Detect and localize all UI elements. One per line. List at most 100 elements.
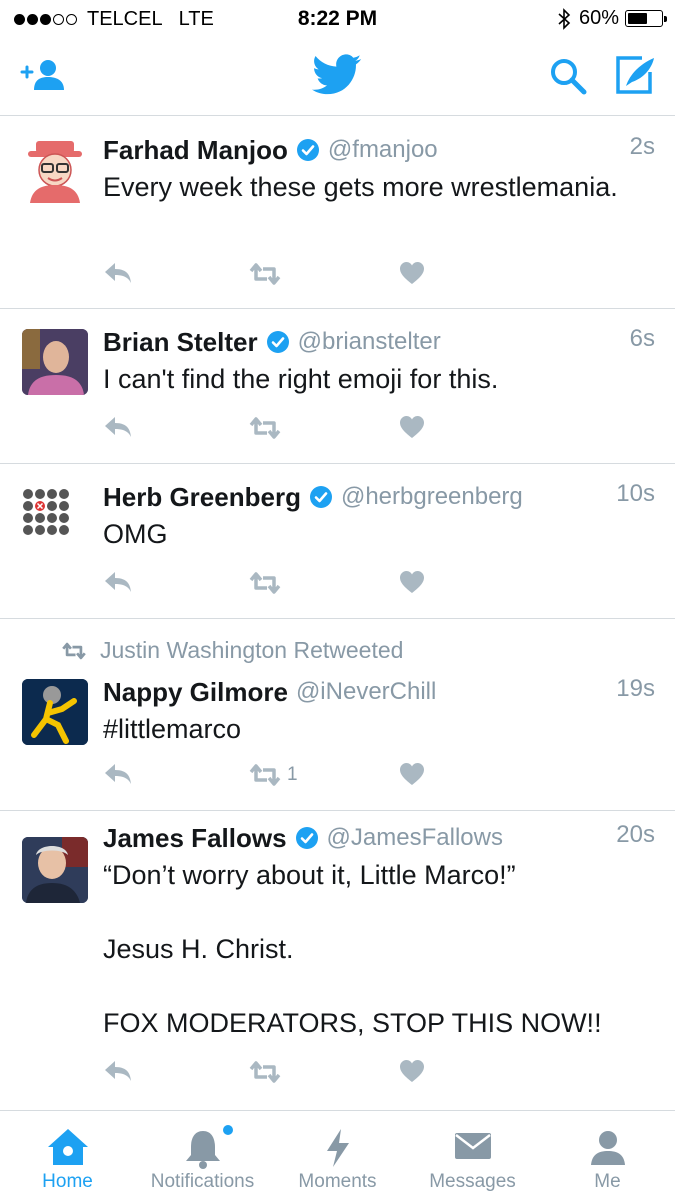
- battery-icon: [625, 10, 667, 27]
- reply-button[interactable]: [103, 762, 133, 786]
- verified-badge-icon: [295, 827, 318, 849]
- heart-icon: [400, 416, 424, 438]
- avatar-dots-icon: [23, 489, 69, 535]
- retweet-button[interactable]: [247, 570, 287, 596]
- heart-icon: [400, 763, 424, 785]
- heart-icon: [400, 1060, 424, 1082]
- top-nav-bar: [0, 38, 675, 116]
- like-button[interactable]: [399, 570, 425, 594]
- like-button[interactable]: [399, 415, 425, 439]
- reply-icon: [105, 764, 131, 784]
- tweet-text: Every week these gets more wrestlemania.: [103, 172, 618, 202]
- author-handle[interactable]: @fmanjoo: [328, 136, 438, 164]
- tweet-text: OMG: [103, 519, 168, 549]
- lightning-icon: [326, 1129, 349, 1167]
- author-name[interactable]: Farhad Manjoo: [103, 135, 288, 166]
- verified-badge-icon: [266, 331, 289, 353]
- retweet-button[interactable]: [247, 261, 287, 287]
- tweet-text: “Don’t worry about it, Little Marco!” Je…: [103, 860, 602, 1038]
- search-icon[interactable]: [548, 56, 588, 96]
- twitter-bird-icon[interactable]: [312, 54, 362, 96]
- retweet-count: 1: [287, 764, 298, 785]
- tweet-item[interactable]: Brian Stelter @brianstelter 6s I can't f…: [0, 309, 675, 464]
- bluetooth-icon: [558, 7, 571, 30]
- battery-area: 60%: [557, 7, 667, 30]
- status-bar: TELCEL LTE 8:22 PM 60%: [0, 0, 675, 38]
- author-handle[interactable]: @iNeverChill: [296, 678, 436, 706]
- tab-moments[interactable]: Moments: [270, 1111, 405, 1200]
- timeline-feed[interactable]: Farhad Manjoo @fmanjoo 2s Every week the…: [0, 117, 675, 1111]
- tweet-text: #littlemarco: [103, 714, 242, 744]
- tab-home-label: Home: [42, 1171, 93, 1192]
- reply-icon: [105, 572, 131, 592]
- avatar-photo-icon: [22, 837, 88, 903]
- reply-button[interactable]: [103, 1059, 133, 1083]
- verified-badge-icon: [309, 486, 332, 508]
- avatar[interactable]: [22, 679, 88, 745]
- avatar[interactable]: [22, 137, 88, 203]
- like-button[interactable]: [399, 261, 425, 285]
- tweet-item[interactable]: Farhad Manjoo @fmanjoo 2s Every week the…: [0, 117, 675, 309]
- retweet-icon: [249, 572, 281, 594]
- tab-moments-label: Moments: [298, 1171, 377, 1192]
- tweet-item[interactable]: Justin Washington Retweeted Nappy Gilmor…: [0, 619, 675, 811]
- reply-button[interactable]: [103, 261, 133, 285]
- bell-icon: [185, 1131, 220, 1169]
- author-name[interactable]: Nappy Gilmore: [103, 677, 288, 708]
- profile-icon: [590, 1131, 625, 1165]
- retweet-button[interactable]: [247, 1059, 287, 1085]
- envelope-icon: [454, 1133, 491, 1159]
- retweet-button[interactable]: 1: [247, 762, 298, 788]
- tab-notifications-label: Notifications: [150, 1171, 255, 1192]
- heart-icon: [400, 571, 424, 593]
- bottom-tab-bar: Home Notifications Moments Messages Me: [0, 1110, 675, 1200]
- tweet-item[interactable]: James Fallows @JamesFallows 20s “Don’t w…: [0, 811, 675, 1111]
- retweet-icon: [249, 764, 281, 786]
- avatar[interactable]: [22, 837, 88, 903]
- avatar[interactable]: [22, 484, 88, 550]
- tweet-timestamp: 10s: [616, 480, 655, 507]
- author-name[interactable]: James Fallows: [103, 823, 287, 854]
- author-name[interactable]: Herb Greenberg: [103, 482, 301, 513]
- like-button[interactable]: [399, 1059, 425, 1083]
- retweet-icon: [249, 1061, 281, 1083]
- reply-button[interactable]: [103, 570, 133, 594]
- like-button[interactable]: [399, 762, 425, 786]
- retweet-icon: [249, 417, 281, 439]
- tweet-item[interactable]: Herb Greenberg @herbgreenberg 10s OMG: [0, 464, 675, 619]
- reply-icon: [105, 263, 131, 283]
- heart-icon: [400, 262, 424, 284]
- home-icon: [47, 1129, 88, 1165]
- notification-badge: [223, 1125, 233, 1135]
- author-handle[interactable]: @JamesFallows: [327, 824, 503, 852]
- tab-me-label: Me: [594, 1171, 621, 1192]
- tweet-text: I can't find the right emoji for this.: [103, 364, 499, 394]
- tweet-timestamp: 6s: [629, 325, 655, 352]
- reply-button[interactable]: [103, 415, 133, 439]
- tweet-timestamp: 19s: [616, 675, 655, 702]
- retweet-icon: [62, 642, 86, 659]
- avatar[interactable]: [22, 329, 88, 395]
- retweeted-by-line[interactable]: Justin Washington Retweeted: [60, 637, 403, 664]
- reply-icon: [105, 417, 131, 437]
- author-handle[interactable]: @brianstelter: [298, 328, 441, 356]
- retweet-button[interactable]: [247, 415, 287, 441]
- avatar-jumpman-icon: [22, 679, 88, 745]
- avatar-photo-icon: [22, 329, 88, 395]
- add-user-icon[interactable]: [20, 58, 68, 94]
- tweet-timestamp: 2s: [629, 133, 655, 160]
- reply-icon: [105, 1061, 131, 1081]
- verified-badge-icon: [296, 139, 319, 161]
- tab-home[interactable]: Home: [0, 1111, 135, 1200]
- retweeted-by-label: Justin Washington Retweeted: [100, 637, 404, 663]
- author-name[interactable]: Brian Stelter: [103, 327, 258, 358]
- battery-percent: 60%: [578, 7, 619, 29]
- author-handle[interactable]: @herbgreenberg: [341, 483, 523, 511]
- tab-me[interactable]: Me: [540, 1111, 675, 1200]
- tab-messages[interactable]: Messages: [405, 1111, 540, 1200]
- compose-icon[interactable]: [614, 54, 658, 96]
- tab-messages-label: Messages: [429, 1171, 516, 1192]
- avatar-cartoon-icon: [28, 141, 82, 203]
- tab-notifications[interactable]: Notifications: [135, 1111, 270, 1200]
- tweet-timestamp: 20s: [616, 821, 655, 848]
